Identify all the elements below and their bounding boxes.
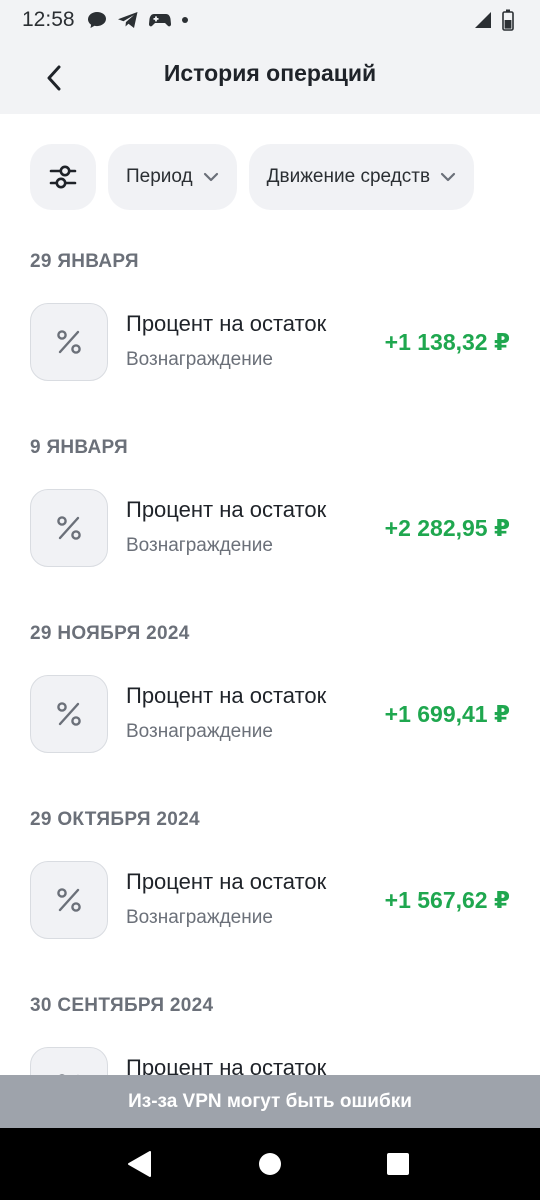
- filter-settings-button[interactable]: [30, 144, 96, 210]
- battery-icon: [502, 9, 514, 31]
- operation-title: Процент на остаток: [126, 497, 327, 522]
- date-header: 29 ОКТЯБРЯ 2024: [30, 809, 200, 830]
- operation-item[interactable]: Процент на остаток Вознаграждение +2 282…: [0, 489, 540, 569]
- period-filter-button[interactable]: Период: [108, 144, 237, 210]
- status-system-icons: [474, 9, 514, 31]
- percent-icon: [30, 1047, 108, 1075]
- operation-subtitle: Вознаграждение: [126, 907, 273, 928]
- filter-bar: Период Движение средств: [30, 144, 475, 210]
- square-recents-icon: [387, 1153, 409, 1175]
- percent-icon: [30, 303, 108, 381]
- operations-list[interactable]: 29 ЯНВАРЯ Процент на остаток Вознагражде…: [0, 230, 540, 1075]
- telegram-icon: [117, 12, 138, 28]
- signal-icon: [475, 12, 491, 28]
- percent-icon: [30, 675, 108, 753]
- percent-icon: [30, 489, 108, 567]
- date-header: 9 ЯНВАРЯ: [30, 437, 128, 458]
- chevron-down-icon: [203, 172, 218, 182]
- operation-item[interactable]: Процент на остаток: [0, 1047, 540, 1075]
- date-header: 30 СЕНТЯБРЯ 2024: [30, 995, 214, 1016]
- operation-title: Процент на остаток: [126, 1055, 327, 1075]
- nav-home-button[interactable]: [254, 1148, 286, 1180]
- status-time: 12:58: [22, 8, 75, 31]
- operation-amount: +1 138,32 ₽: [384, 329, 510, 355]
- date-header: 29 ЯНВАРЯ: [30, 251, 139, 272]
- circle-home-icon: [259, 1153, 281, 1175]
- operation-subtitle: Вознаграждение: [126, 721, 273, 742]
- system-nav-bar: [0, 1128, 540, 1200]
- date-header: 29 НОЯБРЯ 2024: [30, 623, 190, 644]
- operation-title: Процент на остаток: [126, 683, 327, 708]
- period-filter-label: Период: [126, 166, 193, 187]
- operation-item[interactable]: Процент на остаток Вознаграждение +1 699…: [0, 675, 540, 755]
- triangle-back-icon: [128, 1151, 151, 1177]
- status-bar: 12:58: [0, 0, 540, 40]
- percent-icon: [30, 861, 108, 939]
- operation-subtitle: Вознаграждение: [126, 349, 273, 370]
- vpn-warning-banner: Из-за VPN могут быть ошибки: [0, 1075, 540, 1128]
- app-header: История операций: [0, 40, 540, 114]
- chevron-down-icon: [440, 172, 456, 182]
- chat-bubble-icon: [87, 12, 106, 28]
- nav-recents-button[interactable]: [382, 1148, 414, 1180]
- filter-sliders-icon: [49, 165, 77, 189]
- operation-amount: +1 699,41 ₽: [384, 701, 510, 727]
- gamepad-icon: [148, 14, 171, 27]
- operation-item[interactable]: Процент на остаток Вознаграждение +1 567…: [0, 861, 540, 941]
- operation-amount: +2 282,95 ₽: [384, 515, 510, 541]
- movement-filter-label: Движение средств: [266, 166, 431, 187]
- status-notification-icons: [87, 11, 189, 29]
- operation-item[interactable]: Процент на остаток Вознаграждение +1 138…: [0, 303, 540, 383]
- dot-icon: [181, 17, 188, 23]
- operation-title: Процент на остаток: [126, 311, 327, 336]
- operation-title: Процент на остаток: [126, 869, 327, 894]
- movement-filter-button[interactable]: Движение средств: [248, 144, 475, 210]
- operation-subtitle: Вознаграждение: [126, 535, 273, 556]
- operation-amount: +1 567,62 ₽: [384, 887, 510, 913]
- page-title: История операций: [163, 60, 377, 86]
- nav-back-button[interactable]: [123, 1148, 155, 1180]
